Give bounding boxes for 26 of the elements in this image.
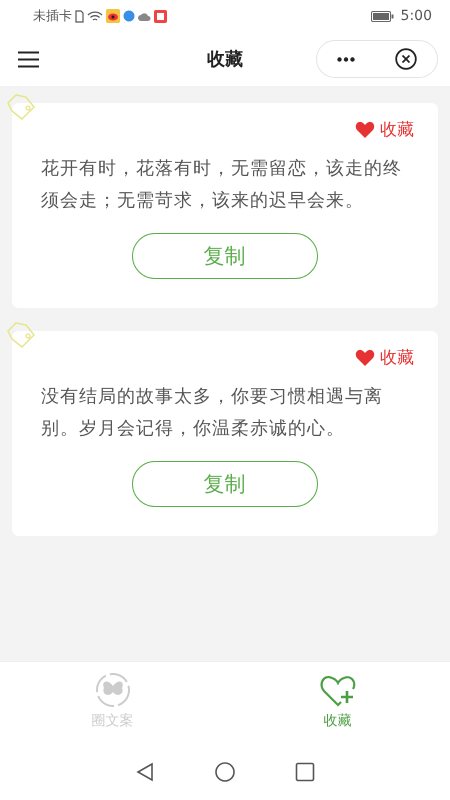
wifi-icon	[87, 10, 103, 22]
tab-item[interactable]: 收藏	[225, 662, 450, 748]
back-icon[interactable]	[135, 762, 155, 782]
tag-icon	[6, 321, 36, 351]
favorite-label: 收藏	[380, 119, 414, 141]
copy-button[interactable]: 复制	[132, 461, 318, 507]
quote-text: 花开有时，花落有时，无需留恋，该走的终须会走；无需苛求，该来的迟早会来。	[41, 157, 403, 213]
more-icon[interactable]	[337, 56, 355, 62]
sim-icon	[75, 10, 84, 22]
home-icon[interactable]	[215, 762, 235, 782]
carrier-text: 未插卡	[33, 8, 72, 25]
quote-text: 没有结局的故事太多，你要习惯相遇与离别。岁月会记得，你温柔赤诚的心。	[41, 385, 384, 441]
copy-button[interactable]: 复制	[132, 233, 318, 279]
battery-icon	[370, 10, 394, 22]
heart-icon[interactable]	[355, 348, 375, 366]
close-icon[interactable]	[395, 48, 417, 70]
page-title: 收藏	[207, 48, 243, 71]
recents-icon[interactable]	[295, 762, 315, 782]
tag-icon	[6, 93, 36, 123]
menu-icon[interactable]	[18, 50, 39, 68]
clock-text: 5:00	[400, 8, 432, 24]
cloud-icon	[138, 12, 151, 20]
globe-icon	[123, 10, 135, 22]
butterfly-icon	[94, 672, 130, 708]
heart-icon[interactable]	[355, 120, 375, 138]
favorite-label: 收藏	[380, 347, 414, 369]
